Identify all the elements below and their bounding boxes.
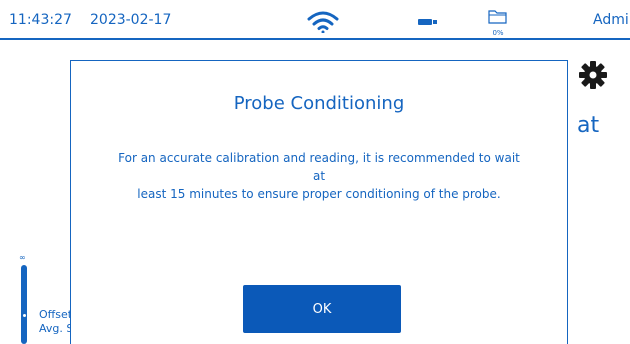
ok-button[interactable]: OK [243,285,401,333]
probe-conditioning-dialog: Probe Conditioning For an accurate calib… [70,60,568,344]
dialog-message: For an accurate calibration and reading,… [111,149,527,203]
gear-icon[interactable] [578,60,608,90]
status-bar: 11:43:27 2023-02-17 0% Admin [0,0,630,40]
date: 2023-02-17 [90,12,172,28]
clock: 11:43:27 [9,12,72,28]
wifi-icon [307,11,339,33]
user-name[interactable]: Admin [593,12,630,28]
offset-label: Offset [39,308,73,321]
storage-percent: 0% [492,29,504,37]
background-title-fragment: at [577,113,600,138]
slider-glyph: ∞ [19,253,26,262]
slider-dot [22,314,26,317]
folder-icon [488,10,507,24]
battery-tip [433,20,437,24]
dialog-message-line-1: For an accurate calibration and reading,… [118,151,520,183]
dialog-title: Probe Conditioning [233,93,405,114]
avg-label: Avg. S [39,322,74,335]
dialog-message-line-2: least 15 minutes to ensure proper condit… [137,187,501,201]
battery-icon [418,19,432,25]
level-slider[interactable] [21,265,27,344]
